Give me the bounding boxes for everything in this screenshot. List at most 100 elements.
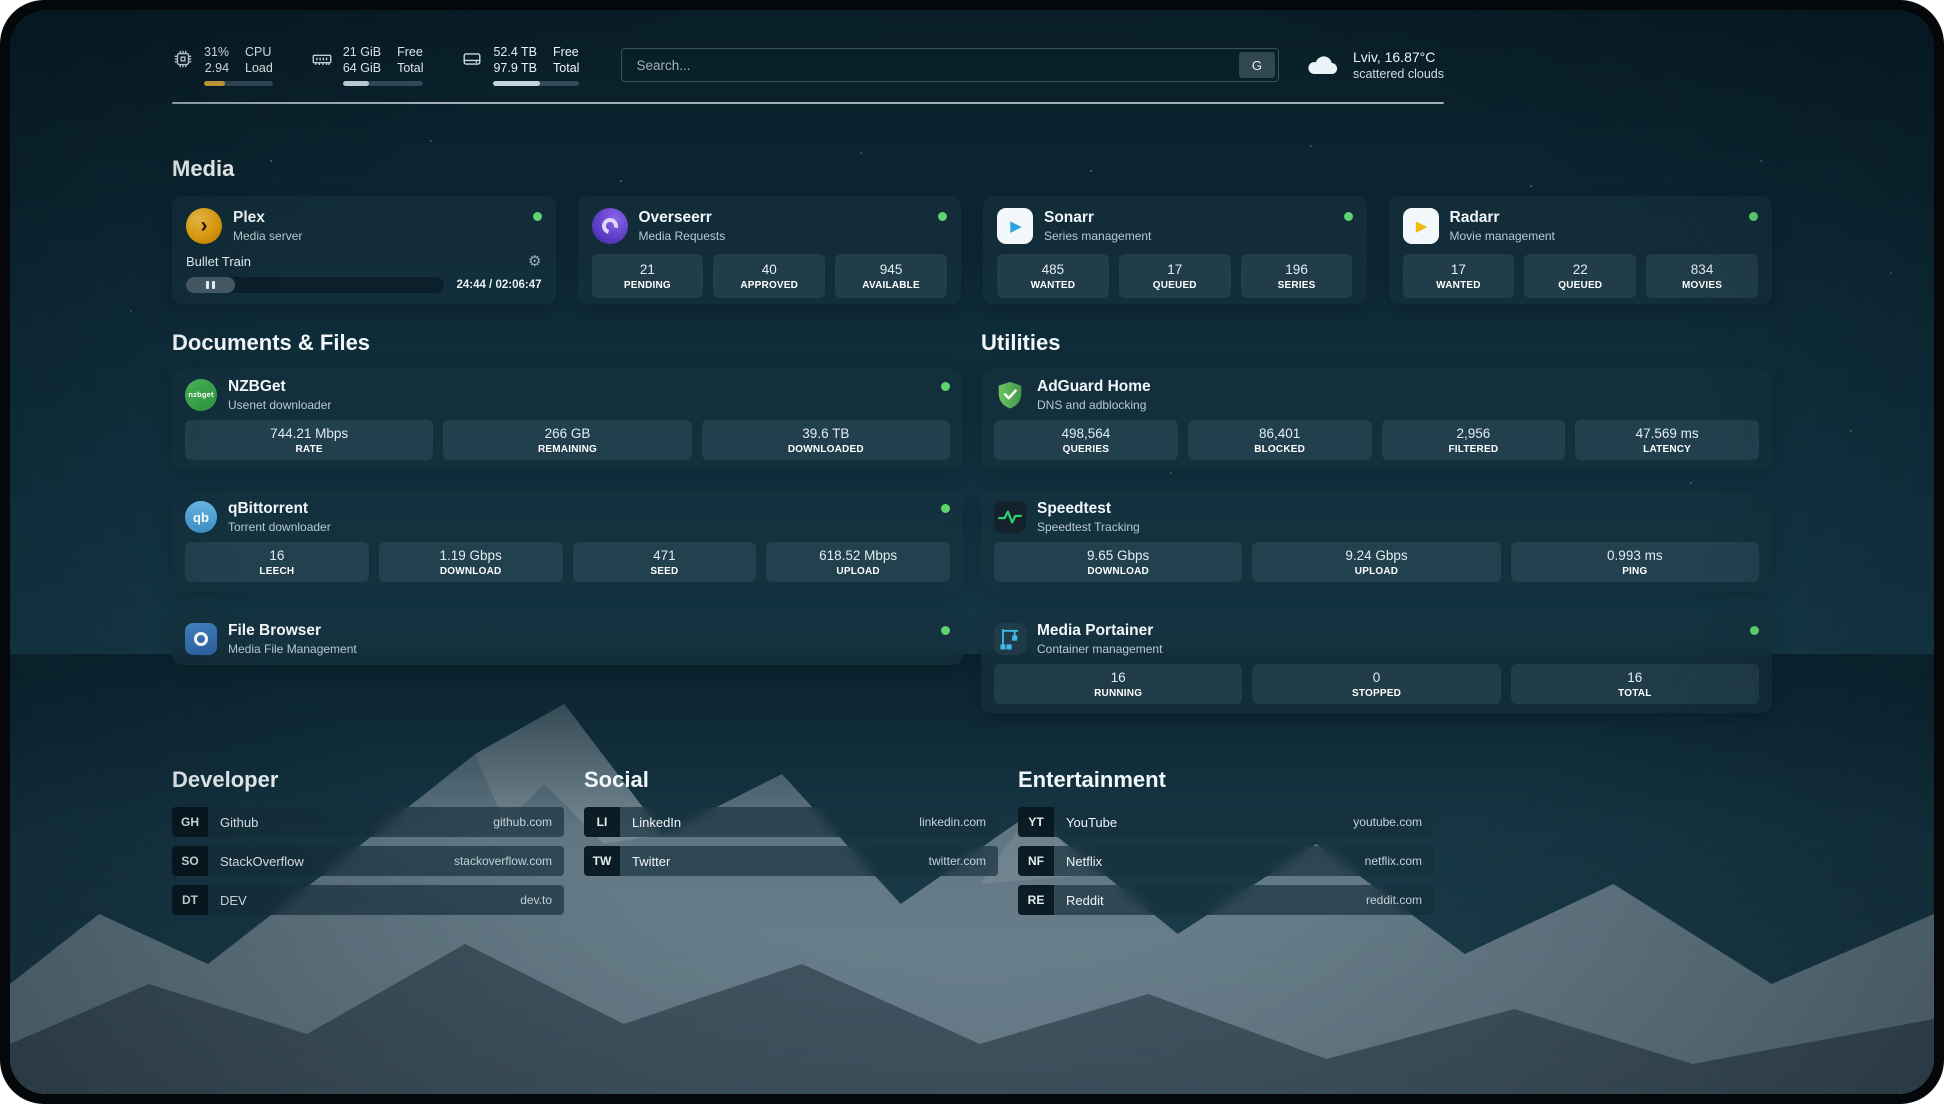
bookmark-tag: YT bbox=[1018, 807, 1054, 837]
bookmark-stackoverflow[interactable]: SO StackOverflow stackoverflow.com bbox=[172, 846, 564, 876]
portainer-stat-total: 16 TOTAL bbox=[1511, 664, 1759, 704]
app-subtitle: Media File Management bbox=[228, 642, 357, 656]
status-dot bbox=[533, 212, 542, 221]
bookmark-group-entertainment: Entertainment YT YouTube youtube.com NF … bbox=[1018, 767, 1434, 924]
app-card-filebrowser[interactable]: File Browser Media File Management bbox=[172, 613, 963, 665]
disk-free-value: 52.4 TB bbox=[493, 44, 537, 60]
weather-condition: scattered clouds bbox=[1353, 67, 1444, 81]
bookmark-name: LinkedIn bbox=[632, 815, 681, 830]
app-subtitle: Media Requests bbox=[639, 229, 726, 243]
bookmark-name: DEV bbox=[220, 893, 247, 908]
app-card-plex[interactable]: › Plex Media server Bullet Train ⚙ bbox=[172, 196, 556, 304]
bookmark-tag: TW bbox=[584, 846, 620, 876]
dashboard-background: 31% 2.94 CPU Load bbox=[10, 10, 1934, 1094]
app-card-nzbget[interactable]: nzbget NZBGet Usenet downloader bbox=[172, 369, 963, 469]
nzbget-stat-remaining: 266 GB REMAINING bbox=[443, 420, 691, 460]
adguard-stat-filtered: 2,956 FILTERED bbox=[1382, 420, 1566, 460]
app-card-speedtest[interactable]: Speedtest Speedtest Tracking 9.65 Gbps D… bbox=[981, 491, 1772, 591]
search-input[interactable] bbox=[622, 49, 1236, 81]
app-card-qbittorrent[interactable]: qb qBittorrent Torrent downloader bbox=[172, 491, 963, 591]
speedtest-stat-download: 9.65 Gbps DOWNLOAD bbox=[994, 542, 1242, 582]
filebrowser-icon bbox=[185, 623, 217, 655]
app-name: Sonarr bbox=[1044, 209, 1151, 227]
search-engine-button[interactable]: G bbox=[1239, 52, 1275, 78]
bookmark-url: github.com bbox=[493, 815, 552, 829]
topbar-divider bbox=[172, 102, 1444, 104]
overseerr-stat-available: 945 AVAILABLE bbox=[835, 254, 947, 298]
bookmark-tag: SO bbox=[172, 846, 208, 876]
cpu-stats: 31% 2.94 CPU Load bbox=[172, 44, 273, 86]
bookmark-github[interactable]: GH Github github.com bbox=[172, 807, 564, 837]
sonarr-stat-queued: 17 QUEUED bbox=[1119, 254, 1231, 298]
stars bbox=[10, 10, 12, 12]
app-card-portainer[interactable]: Media Portainer Container management 16 … bbox=[981, 613, 1772, 713]
qbittorrent-stat-seed: 471 SEED bbox=[573, 542, 757, 582]
radarr-stat-movies: 834 MOVIES bbox=[1646, 254, 1758, 298]
section-title-entertainment: Entertainment bbox=[1018, 767, 1434, 793]
app-subtitle: Movie management bbox=[1450, 229, 1555, 243]
system-stats: 31% 2.94 CPU Load bbox=[172, 44, 579, 86]
app-name: Speedtest bbox=[1037, 500, 1140, 518]
sonarr-icon: ▶ bbox=[997, 208, 1033, 244]
disk-free-label: Free bbox=[553, 44, 579, 60]
app-card-overseerr[interactable]: Overseerr Media Requests 21 PENDING 40 A… bbox=[578, 196, 962, 304]
app-subtitle: Media server bbox=[233, 229, 302, 243]
overseerr-stat-pending: 21 PENDING bbox=[592, 254, 704, 298]
disk-usage-bar bbox=[493, 81, 579, 86]
bookmark-url: stackoverflow.com bbox=[454, 854, 552, 868]
sonarr-stat-series: 196 SERIES bbox=[1241, 254, 1353, 298]
cpu-percent: 31% bbox=[204, 44, 229, 60]
bookmark-linkedin[interactable]: LI LinkedIn linkedin.com bbox=[584, 807, 998, 837]
status-dot bbox=[1344, 212, 1353, 221]
bookmark-reddit[interactable]: RE Reddit reddit.com bbox=[1018, 885, 1434, 915]
pause-icon[interactable] bbox=[205, 281, 217, 289]
playback-time: 24:44 / 02:06:47 bbox=[456, 279, 541, 291]
top-bar: 31% 2.94 CPU Load bbox=[172, 42, 1444, 88]
app-card-sonarr[interactable]: ▶ Sonarr Series management 485 WANTED bbox=[983, 196, 1367, 304]
bookmark-twitter[interactable]: TW Twitter twitter.com bbox=[584, 846, 998, 876]
speedtest-stat-upload: 9.24 Gbps UPLOAD bbox=[1252, 542, 1500, 582]
app-name: Media Portainer bbox=[1037, 622, 1162, 640]
bookmark-name: Github bbox=[220, 815, 258, 830]
nzbget-icon: nzbget bbox=[185, 379, 217, 411]
status-dot bbox=[941, 626, 950, 635]
qbittorrent-stat-download: 1.19 Gbps DOWNLOAD bbox=[379, 542, 563, 582]
app-subtitle: Torrent downloader bbox=[228, 520, 331, 534]
bookmark-youtube[interactable]: YT YouTube youtube.com bbox=[1018, 807, 1434, 837]
bookmark-name: Twitter bbox=[632, 854, 670, 869]
section-title-documents: Documents & Files bbox=[172, 330, 963, 356]
radarr-icon: ▶ bbox=[1403, 208, 1439, 244]
now-playing-title: Bullet Train bbox=[186, 254, 251, 269]
bookmark-url: linkedin.com bbox=[919, 815, 986, 829]
cpu-icon bbox=[172, 48, 194, 70]
bookmark-url: reddit.com bbox=[1366, 893, 1422, 907]
bookmark-tag: DT bbox=[172, 885, 208, 915]
ram-usage-bar bbox=[343, 81, 424, 86]
adguard-icon bbox=[994, 379, 1026, 411]
app-card-adguard[interactable]: AdGuard Home DNS and adblocking 498,564 … bbox=[981, 369, 1772, 469]
qbittorrent-icon: qb bbox=[185, 501, 217, 533]
app-card-radarr[interactable]: ▶ Radarr Movie management 17 WANTED bbox=[1389, 196, 1773, 304]
utilities-column: Utilities bbox=[981, 330, 1772, 713]
section-title-utilities: Utilities bbox=[981, 330, 1772, 356]
documents-column: Documents & Files nzbget NZBGet Usenet d… bbox=[172, 330, 963, 713]
bookmark-name: StackOverflow bbox=[220, 854, 304, 869]
overseerr-icon bbox=[592, 208, 628, 244]
speedtest-icon bbox=[994, 501, 1026, 533]
app-name: Radarr bbox=[1450, 209, 1555, 227]
playback-progress-bar[interactable] bbox=[186, 277, 444, 293]
ram-free-value: 21 GiB bbox=[343, 44, 381, 60]
ram-total-value: 64 GiB bbox=[343, 60, 381, 76]
bookmark-dev-to[interactable]: DT DEV dev.to bbox=[172, 885, 564, 915]
nzbget-stat-downloaded: 39.6 TB DOWNLOADED bbox=[702, 420, 950, 460]
bookmark-netflix[interactable]: NF Netflix netflix.com bbox=[1018, 846, 1434, 876]
status-dot bbox=[1749, 212, 1758, 221]
bookmark-name: Reddit bbox=[1066, 893, 1104, 908]
gear-icon[interactable]: ⚙ bbox=[528, 252, 541, 270]
disk-icon bbox=[461, 48, 483, 70]
ram-free-label: Free bbox=[397, 44, 423, 60]
ram-total-label: Total bbox=[397, 60, 423, 76]
weather-location: Lviv, 16.87°C bbox=[1353, 49, 1444, 65]
weather-widget[interactable]: Lviv, 16.87°C scattered clouds bbox=[1305, 49, 1444, 81]
ram-icon bbox=[311, 48, 333, 70]
